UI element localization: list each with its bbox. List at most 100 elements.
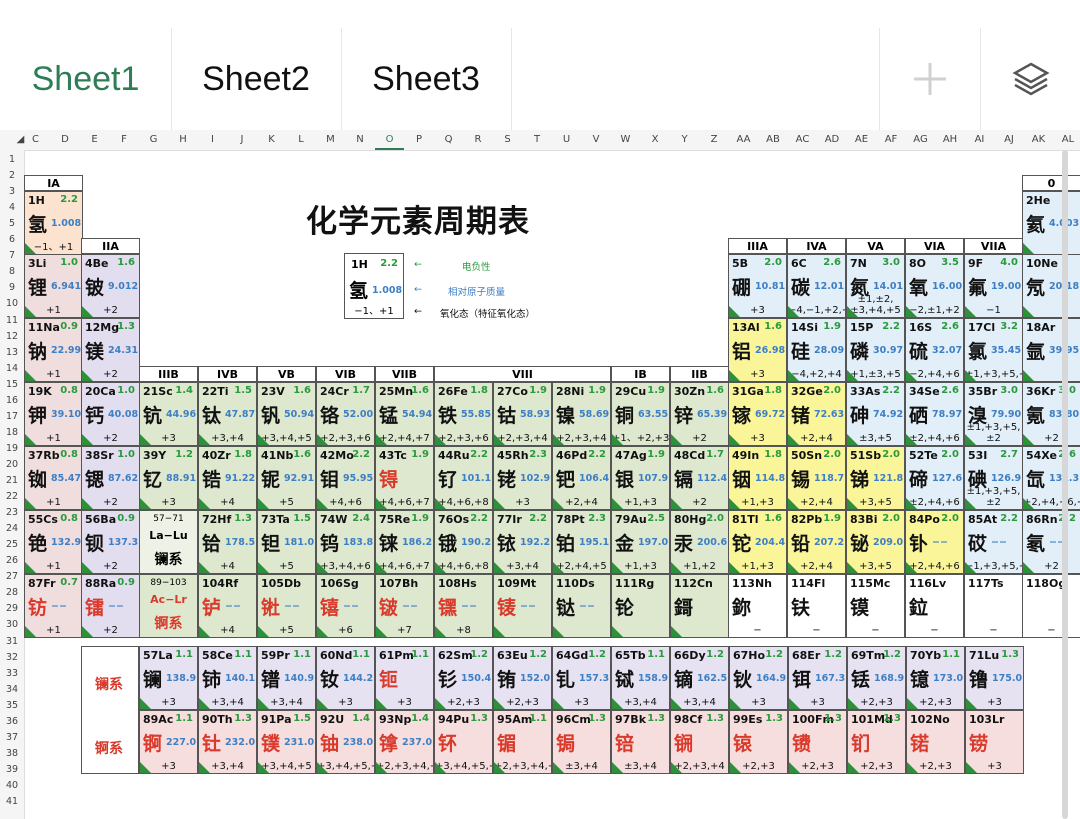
column-header-ag[interactable]: AG: [906, 134, 935, 145]
column-header-ad[interactable]: AD: [818, 134, 847, 145]
element-cell[interactable]: 90Th 1.3 钍 232.0 +3,+4: [198, 710, 257, 774]
element-cell[interactable]: 3Li 1.0 锂 6.941 +1: [24, 254, 83, 318]
row-header-26[interactable]: 26: [0, 555, 24, 566]
column-header-y[interactable]: Y: [670, 134, 699, 145]
row-header-37[interactable]: 37: [0, 732, 24, 743]
element-cell[interactable]: 26Fe 1.8 铁 55.85 +2,+3,+6: [434, 382, 493, 446]
element-cell[interactable]: 43Tc 1.9 锝 +4,+6,+7: [375, 446, 434, 510]
row-header-6[interactable]: 6: [0, 234, 24, 245]
element-cell[interactable]: 46Pd 2.2 钯 106.4 +2,+4: [552, 446, 611, 510]
column-header-af[interactable]: AF: [877, 134, 906, 145]
element-cell[interactable]: 117Ts −: [964, 574, 1023, 638]
column-header-ai[interactable]: AI: [965, 134, 994, 145]
element-cell[interactable]: 73Ta 1.5 钽 181.0 +5: [257, 510, 316, 574]
row-header-21[interactable]: 21: [0, 475, 24, 486]
column-header-w[interactable]: W: [611, 134, 640, 145]
add-sheet-button[interactable]: [879, 28, 980, 130]
element-cell[interactable]: 36Kr3.0氪83.80+2: [1022, 382, 1080, 446]
element-cell[interactable]: 4Be 1.6 铍 9.012 +2: [81, 254, 140, 318]
element-cell[interactable]: 80Hg 2.0 汞 200.6 +1,+2: [670, 510, 729, 574]
row-header-2[interactable]: 2: [0, 170, 24, 181]
column-header-o[interactable]: O: [375, 134, 404, 150]
row-header-16[interactable]: 16: [0, 395, 24, 406]
tab-sheet1[interactable]: Sheet1: [0, 28, 172, 130]
row-header-4[interactable]: 4: [0, 202, 24, 213]
row-header-10[interactable]: 10: [0, 298, 24, 309]
element-cell[interactable]: 58Ce 1.1 铈 140.1 +3,+4: [198, 646, 257, 710]
element-cell[interactable]: 11Na 0.9 钠 22.99 +1: [24, 318, 83, 382]
element-cell[interactable]: 7N 3.0 氮 14.01 ±1,±2,±3,+4,+5: [846, 254, 905, 318]
element-cell[interactable]: 75Re 1.9 铼 186.2 +4,+6,+7: [375, 510, 434, 574]
row-header-40[interactable]: 40: [0, 780, 24, 791]
element-cell[interactable]: 52Te 2.0 碲 127.6 ±2,+4,+6: [905, 446, 964, 510]
element-cell[interactable]: 115Mc 镆 −: [846, 574, 905, 638]
row-header-34[interactable]: 34: [0, 684, 24, 695]
element-cell[interactable]: 15P 2.2 磷 30.97 +1,±3,+5: [846, 318, 905, 382]
column-header-h[interactable]: H: [169, 134, 198, 145]
column-header-j[interactable]: J: [228, 134, 257, 145]
element-cell[interactable]: 96Cm 1.3 锔 ±3,+4: [552, 710, 611, 774]
column-header-t[interactable]: T: [523, 134, 552, 145]
element-cell[interactable]: 2He氦4.003: [1022, 191, 1080, 255]
element-cell[interactable]: 6C2.6碳12.01−4,−1,+2,+4: [787, 254, 846, 318]
element-cell[interactable]: 25Mn 1.6 锰 54.94 +2,+4,+7: [375, 382, 434, 446]
element-cell[interactable]: 12Mg 1.3 镁 24.31 +2: [81, 318, 140, 382]
element-cell[interactable]: 118Og −: [1022, 574, 1080, 638]
element-cell[interactable]: 40Zr 1.8 锆 91.22 +4: [198, 446, 257, 510]
column-header-aj[interactable]: AJ: [995, 134, 1024, 145]
column-header-z[interactable]: Z: [700, 134, 729, 145]
row-header-20[interactable]: 20: [0, 459, 24, 470]
row-header-7[interactable]: 7: [0, 250, 24, 261]
element-cell[interactable]: 68Er 1.2 铒 167.3 +3: [788, 646, 847, 710]
element-cell[interactable]: 65Tb 1.1 铽 158.9 +3,+4: [611, 646, 670, 710]
element-cell[interactable]: 79Au 2.5 金 197.0 +1,+3: [611, 510, 670, 574]
element-cell[interactable]: 50Sn 2.0 锡 118.7 +2,+4: [787, 446, 846, 510]
column-header-x[interactable]: X: [641, 134, 670, 145]
element-cell[interactable]: 83Bi 2.0 铋 209.0 +3,+5: [846, 510, 905, 574]
element-cell[interactable]: 99Es 1.3 锿 +2,+3: [729, 710, 788, 774]
element-cell[interactable]: 81Tl 1.6 铊 204.4 +1,+3: [728, 510, 787, 574]
tab-sheet2[interactable]: Sheet2: [171, 28, 342, 130]
row-header-11[interactable]: 11: [0, 315, 24, 326]
element-cell[interactable]: 20Ca 1.0 钙 40.08 +2: [81, 382, 140, 446]
element-cell[interactable]: 61Pm 1.1 钷 +3: [375, 646, 434, 710]
column-header-ah[interactable]: AH: [936, 134, 965, 145]
element-cell[interactable]: 51Sb 2.0 锑 121.8 +3,+5: [846, 446, 905, 510]
row-header-38[interactable]: 38: [0, 748, 24, 759]
element-cell[interactable]: 47Ag 1.9 银 107.9 +1,+3: [611, 446, 670, 510]
element-cell[interactable]: 104Rf 𬬻 −− +4: [198, 574, 257, 638]
element-cell[interactable]: 64Gd 1.2 钆 157.3 +3: [552, 646, 611, 710]
element-cell[interactable]: 48Cd 1.7 镉 112.4 +2: [670, 446, 729, 510]
element-cell[interactable]: 60Nd 1.1 钕 144.2 +3: [316, 646, 375, 710]
row-header-23[interactable]: 23: [0, 507, 24, 518]
element-cell[interactable]: 105Db 𬭊 −− +5: [257, 574, 316, 638]
element-cell[interactable]: 70Yb 1.1 镱 173.0 +2,+3: [906, 646, 965, 710]
element-cell[interactable]: 55Cs 0.8 铯 132.9 +1: [24, 510, 83, 574]
element-cell[interactable]: 45Rh 2.3 铑 102.9 +3: [493, 446, 552, 510]
element-cell[interactable]: 113Nh 鉨 −: [728, 574, 787, 638]
row-header-28[interactable]: 28: [0, 587, 24, 598]
element-cell[interactable]: 42Mo 2.2 钼 95.95 +4,+6: [316, 446, 375, 510]
element-cell[interactable]: 62Sm 1.2 钐 150.4 +2,+3: [434, 646, 493, 710]
element-cell[interactable]: 28Ni 1.9 镍 58.69 +2,+3,+4: [552, 382, 611, 446]
element-cell[interactable]: 69Tm 1.2 铥 168.9 +2,+3: [847, 646, 906, 710]
row-header-15[interactable]: 15: [0, 379, 24, 390]
element-cell[interactable]: 116Lv 鉝 −: [905, 574, 964, 638]
row-header-33[interactable]: 33: [0, 668, 24, 679]
element-cell[interactable]: 34Se 2.6 硒 78.97 ±2,+4,+6: [905, 382, 964, 446]
column-header-e[interactable]: E: [80, 134, 109, 145]
column-header-r[interactable]: R: [464, 134, 493, 145]
element-cell[interactable]: 54Xe2.6氙131.3+2,+4,+6,+8: [1022, 446, 1080, 510]
element-cell[interactable]: 14Si 1.9 硅 28.09 −4,+2,+4: [787, 318, 846, 382]
element-cell[interactable]: 8O 3.5 氧 16.00 −2,±1,+2: [905, 254, 964, 318]
column-header-p[interactable]: P: [405, 134, 434, 145]
layers-button[interactable]: [980, 28, 1080, 130]
column-header-ae[interactable]: AE: [847, 134, 876, 145]
element-cell[interactable]: 93Np1.4镎237.0+2,+3,+4,+5,+6: [375, 710, 434, 774]
element-cell[interactable]: 114Fl 𫓧 −: [787, 574, 846, 638]
column-header-ab[interactable]: AB: [759, 134, 788, 145]
element-cell[interactable]: 29Cu 1.9 铜 63.55 +1、+2,+3: [611, 382, 670, 446]
row-header-27[interactable]: 27: [0, 571, 24, 582]
column-header-k[interactable]: K: [257, 134, 286, 145]
element-cell[interactable]: 91Pa 1.5 镤 231.0 +3,+4,+5: [257, 710, 316, 774]
